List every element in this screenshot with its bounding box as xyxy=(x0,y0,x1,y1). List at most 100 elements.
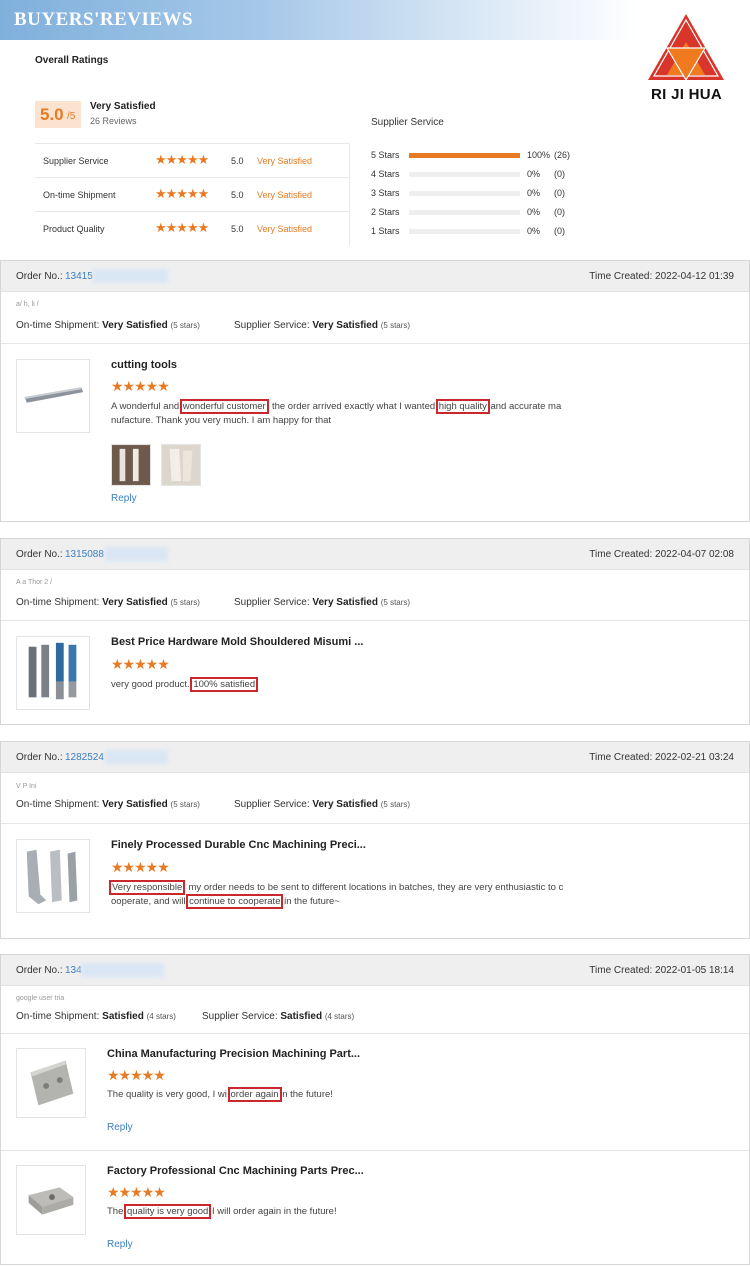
review-highlight: continue to cooperate xyxy=(186,894,284,909)
review-text: The quality is very good, I wi order aga… xyxy=(107,1087,507,1102)
order-number-link[interactable]: 13415 xyxy=(65,271,93,282)
star-bar-2: 2 Stars 0% (0) xyxy=(371,205,581,219)
product-thumbnail[interactable] xyxy=(16,359,90,433)
buyer-name: google user tria xyxy=(16,995,65,1002)
review-count: 26 Reviews xyxy=(90,116,137,126)
product-title[interactable]: Best Price Hardware Mold Shouldered Misu… xyxy=(111,636,363,648)
bar-label: 1 Stars xyxy=(371,226,400,236)
product-star-rating: ★★★★★ xyxy=(111,859,170,875)
bar-percent: 0% xyxy=(527,188,541,198)
supplier-service-title: Supplier Service xyxy=(371,117,444,128)
service-value: Very Satisfied xyxy=(312,799,378,810)
bar-track xyxy=(409,229,520,234)
review-photo[interactable] xyxy=(161,444,201,486)
rating-score: 5.0 xyxy=(231,190,244,200)
service-label: Supplier Service: xyxy=(234,799,310,810)
review-text: Very responsible, my order needs to be s… xyxy=(108,880,601,909)
product-thumbnail[interactable] xyxy=(16,1165,86,1235)
review-highlight: high quality xyxy=(435,399,490,414)
shipment-stars: (5 stars) xyxy=(170,800,200,809)
star-rating: ★★★★★ xyxy=(155,186,209,201)
order-number-redaction xyxy=(105,750,168,764)
bar-count: (0) xyxy=(554,226,565,236)
bar-count: (0) xyxy=(554,169,565,179)
shipment-stars: (4 stars) xyxy=(146,1012,176,1021)
buyer-name: A a Thor 2 / xyxy=(16,579,53,586)
order-no-label: Order No.: xyxy=(16,752,63,763)
order-shipment-rating: On-time Shipment: Very Satisfied (5 star… xyxy=(16,799,200,810)
order-shipment-rating: On-time Shipment: Very Satisfied (5 star… xyxy=(16,320,200,331)
reply-link[interactable]: Reply xyxy=(107,1122,133,1133)
bar-track xyxy=(409,210,520,215)
rating-score: 5.0 xyxy=(231,156,244,166)
service-stars: (5 stars) xyxy=(380,800,411,809)
review-highlight: 100% satisfied xyxy=(190,677,259,692)
shipment-stars: (5 stars) xyxy=(170,598,200,607)
review-text: The quality is very good I will order ag… xyxy=(107,1204,507,1219)
reviews-banner: BUYERS'REVIEWS xyxy=(0,0,750,40)
bar-label: 5 Stars xyxy=(371,150,400,160)
rating-label: Very Satisfied xyxy=(257,156,313,166)
order-service-rating: Supplier Service: Very Satisfied (5 star… xyxy=(234,320,410,331)
rating-label: Very Satisfied xyxy=(257,224,313,234)
bar-track xyxy=(409,172,520,177)
product-title[interactable]: China Manufacturing Precision Machining … xyxy=(107,1048,360,1060)
review-text: A wonderful and wonderful customer, the … xyxy=(111,399,601,428)
star-rating: ★★★★★ xyxy=(155,152,209,167)
product-title[interactable]: Finely Processed Durable Cnc Machining P… xyxy=(111,839,366,851)
service-label: Supplier Service: xyxy=(202,1011,278,1022)
review-text: very good product. 100% satisfied xyxy=(111,677,601,692)
order-shipment-rating: On-time Shipment: Very Satisfied (5 star… xyxy=(16,597,200,608)
shipment-stars: (5 stars) xyxy=(170,321,200,330)
bar-count: (26) xyxy=(554,150,571,160)
order-service-rating: Supplier Service: Very Satisfied (5 star… xyxy=(234,597,410,608)
order-no-label: Order No.: xyxy=(16,549,63,560)
overall-score-badge: 5.0 /5 xyxy=(35,101,81,128)
divider xyxy=(1,823,749,824)
shipment-value: Very Satisfied xyxy=(102,597,168,608)
bar-fill xyxy=(409,153,520,158)
divider xyxy=(1,1150,749,1151)
review-segment: The quality is very good, I wi xyxy=(107,1089,230,1100)
review-segment: n the future! xyxy=(279,1089,333,1100)
overall-score-max: /5 xyxy=(67,111,76,122)
order-service-rating: Supplier Service: Satisfied (4 stars) xyxy=(202,1011,354,1022)
overall-score-label: Very Satisfied xyxy=(90,101,156,112)
order-no-label: Order No.: xyxy=(16,965,63,976)
review-segment: very good product. xyxy=(111,679,193,690)
review-highlight: quality is very good xyxy=(124,1204,212,1219)
banner-title: BUYERS'REVIEWS xyxy=(14,9,194,30)
order-number-link[interactable]: 134 xyxy=(65,965,82,976)
order-card: Order No.: 1315088 Time Created: 2022-04… xyxy=(0,538,750,725)
product-title[interactable]: Factory Professional Cnc Machining Parts… xyxy=(107,1165,364,1177)
service-value: Satisfied xyxy=(280,1011,323,1022)
service-stars: (5 stars) xyxy=(380,321,411,330)
review-photo[interactable] xyxy=(111,444,151,486)
rating-row-product-quality: Product Quality ★★★★★ 5.0 Very Satisfied xyxy=(35,212,350,246)
shipment-label: On-time Shipment: xyxy=(16,799,100,810)
order-header: Order No.: 13415 Time Created: 2022-04-1… xyxy=(1,261,749,292)
rating-row-on-time-shipment: On-time Shipment ★★★★★ 5.0 Very Satisfie… xyxy=(35,178,350,212)
bar-track xyxy=(409,191,520,196)
shipment-label: On-time Shipment: xyxy=(16,320,100,331)
product-thumbnail[interactable] xyxy=(16,636,90,710)
service-value: Very Satisfied xyxy=(312,320,378,331)
logo-text: RI JI HUA xyxy=(651,86,723,103)
service-stars: (4 stars) xyxy=(324,1012,355,1021)
reply-link[interactable]: Reply xyxy=(111,493,137,504)
time-created: Time Created: 2022-04-12 01:39 xyxy=(589,271,734,282)
order-number-link[interactable]: 1282524 xyxy=(65,752,104,763)
bar-label: 2 Stars xyxy=(371,207,400,217)
bar-percent: 100% xyxy=(527,150,551,160)
reply-link[interactable]: Reply xyxy=(107,1239,133,1250)
bar-count: (0) xyxy=(554,207,565,217)
rating-row-name: Supplier Service xyxy=(43,156,109,166)
rating-row-supplier-service: Supplier Service ★★★★★ 5.0 Very Satisfie… xyxy=(35,144,350,178)
product-title[interactable]: cutting tools xyxy=(111,359,177,371)
time-created: Time Created: 2022-01-05 18:14 xyxy=(589,965,734,976)
order-header: Order No.: 134 Time Created: 2022-01-05 … xyxy=(1,955,749,986)
product-thumbnail[interactable] xyxy=(16,839,90,913)
order-card: Order No.: 1282524 Time Created: 2022-02… xyxy=(0,741,750,939)
product-thumbnail[interactable] xyxy=(16,1048,86,1118)
order-number-link[interactable]: 1315088 xyxy=(65,549,104,560)
